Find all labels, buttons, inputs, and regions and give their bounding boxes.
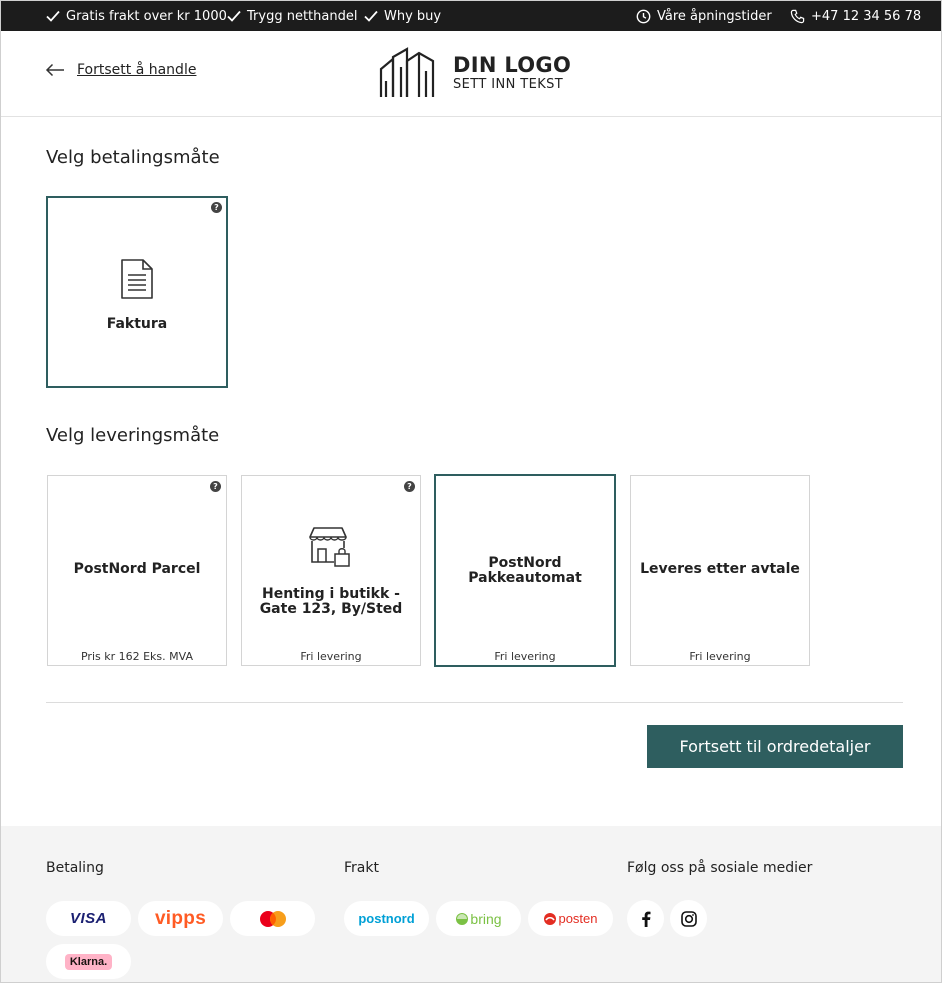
check-icon xyxy=(364,10,378,22)
postnord-logo: postnord xyxy=(344,901,429,936)
arrow-left-icon xyxy=(45,63,64,77)
klarna-logo: Klarna. xyxy=(46,944,131,979)
usp-item: Trygg netthandel xyxy=(227,1,357,31)
footer-social-title: Følg oss på sosiale medier xyxy=(627,860,813,876)
clock-icon xyxy=(636,9,651,23)
checkout-page: Gratis frakt over kr 1000 Trygg netthand… xyxy=(0,0,942,983)
logo-title: DIN LOGO xyxy=(453,53,572,77)
usp-item: Gratis frakt over kr 1000 xyxy=(46,1,227,31)
mastercard-icon xyxy=(259,910,286,927)
delivery-option-price: Fri levering xyxy=(300,650,362,663)
usp-label: Gratis frakt over kr 1000 xyxy=(66,8,227,24)
check-icon xyxy=(227,10,241,22)
divider xyxy=(46,702,903,703)
check-icon xyxy=(46,10,60,22)
buildings-logo-icon xyxy=(379,47,435,97)
instagram-icon[interactable] xyxy=(670,900,707,937)
delivery-option-price: Pris kr 162 Eks. MVA xyxy=(80,650,193,663)
logo-subtitle: SETT INN TEKST xyxy=(453,77,564,92)
payment-option-label: Faktura xyxy=(106,316,168,332)
phone-label: +47 12 34 56 78 xyxy=(811,8,922,24)
top-bar: Gratis frakt over kr 1000 Trygg netthand… xyxy=(1,1,941,31)
delivery-option-postnord-parcel[interactable]: ? PostNord Parcel Pris kr 162 Eks. MVA xyxy=(47,475,227,666)
posten-icon xyxy=(544,912,557,925)
mastercard-logo xyxy=(230,901,315,936)
continue-shopping-label: Fortsett å handle xyxy=(77,62,197,78)
help-icon[interactable]: ? xyxy=(210,481,221,492)
store-icon xyxy=(309,527,350,567)
delivery-section-title: Velg leveringsmåte xyxy=(46,425,220,446)
delivery-option-label: PostNord Pakkeautomat xyxy=(468,555,582,586)
vipps-logo: vipps xyxy=(138,901,223,936)
payment-section-title: Velg betalingsmåte xyxy=(46,147,220,168)
footer: Betaling Frakt Følg oss på sosiale medie… xyxy=(1,826,941,982)
usp-label: Why buy xyxy=(384,8,442,24)
delivery-option-postnord-pakkeautomat[interactable]: PostNord Pakkeautomat Fri levering xyxy=(434,474,616,667)
header: Fortsett å handle DIN LOGO SETT INN TEKS… xyxy=(1,31,941,117)
delivery-option-label: Leveres etter avtale xyxy=(640,561,800,577)
delivery-option-store-pickup[interactable]: ? Henting i butikk - Gate 123, By/Sted F… xyxy=(241,475,421,666)
phone-link[interactable]: +47 12 34 56 78 xyxy=(790,1,921,31)
payment-option-invoice[interactable]: ? Faktura xyxy=(46,196,228,388)
invoice-icon xyxy=(121,259,153,299)
bring-icon xyxy=(456,912,469,925)
opening-hours-label: Våre åpningstider xyxy=(657,8,772,24)
continue-shopping-link[interactable]: Fortsett å handle xyxy=(45,62,196,78)
delivery-option-price: Fri levering xyxy=(494,650,556,663)
phone-icon xyxy=(790,9,805,23)
help-icon[interactable]: ? xyxy=(211,202,222,213)
logo[interactable]: DIN LOGO SETT INN TEKST xyxy=(379,47,571,99)
delivery-option-by-agreement[interactable]: Leveres etter avtale Fri levering xyxy=(630,475,810,666)
delivery-option-price: Fri levering xyxy=(689,650,751,663)
facebook-icon[interactable] xyxy=(627,900,664,937)
usp-item: Why buy xyxy=(364,1,441,31)
opening-hours-link[interactable]: Våre åpningstider xyxy=(636,1,772,31)
bring-logo: bring xyxy=(436,901,521,936)
continue-to-order-details-button[interactable]: Fortsett til ordredetaljer xyxy=(647,725,903,768)
visa-logo: VISA xyxy=(46,901,131,936)
usp-label: Trygg netthandel xyxy=(247,8,358,24)
delivery-option-label: PostNord Parcel xyxy=(73,561,201,577)
posten-logo: posten xyxy=(528,901,613,936)
footer-shipping-title: Frakt xyxy=(344,860,379,876)
footer-payment-title: Betaling xyxy=(46,860,104,876)
help-icon[interactable]: ? xyxy=(404,481,415,492)
delivery-option-label: Henting i butikk - Gate 123, By/Sted xyxy=(259,586,403,617)
